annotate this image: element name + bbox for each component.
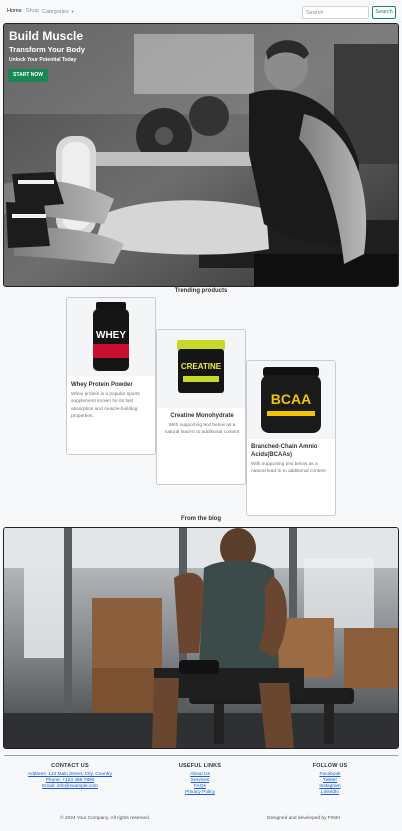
product-description: With supporting text below as a natural …	[164, 423, 240, 436]
copyright-text: © 2024 Your Company. All rights reserved…	[60, 816, 151, 821]
nav-categories-label: Categories	[42, 9, 69, 15]
nav-categories-dropdown[interactable]: Categories ▼	[42, 8, 75, 16]
bcaa-label-text: BCAA	[271, 391, 311, 407]
start-now-button[interactable]: START NOW	[8, 69, 48, 82]
linkedin-link[interactable]: LinkedIn	[275, 790, 385, 796]
useful-links-heading: USEFUL LINKS	[178, 763, 222, 769]
navbar: Home Shop Categories ▼ Search	[0, 0, 402, 22]
creatine-label-text: CREATINE	[181, 362, 222, 371]
privacy-policy-link[interactable]: Privacy Policy	[145, 790, 255, 796]
blog-heading: From the blog	[181, 516, 221, 522]
product-title: Creatine Monohydrate	[170, 413, 234, 419]
hero-subtitle: Transform Your Body	[9, 45, 85, 54]
footer-useful-links: USEFUL LINKS About Us Services FAQs Priv…	[145, 763, 255, 796]
whey-label-text: WHEY	[96, 330, 126, 341]
product-title: Whey Protein Powder	[71, 382, 133, 388]
product-card-bcaa[interactable]: BCAA Branched-Chain Amnio Acids(BCAAs) W…	[246, 360, 336, 516]
nav-home-link[interactable]: Home	[7, 8, 22, 15]
contact-email-link[interactable]: Email: info@example.com	[15, 784, 125, 790]
hero-banner: Build Muscle Transform Your Body Unlock …	[3, 23, 399, 287]
contact-heading: CONTACT US	[51, 763, 89, 769]
creatine-product-image: CREATINE	[157, 330, 245, 408]
product-card-creatine[interactable]: CREATINE Creatine Monohydrate With suppo…	[156, 329, 246, 485]
product-card-whey[interactable]: WHEY Whey Protein Powder Whey protein is…	[66, 297, 156, 455]
credits-text: Designed and developed by FINKI	[267, 816, 341, 821]
blog-gym-photo	[4, 528, 398, 748]
product-description: Whey protein is a popular sports supplem…	[71, 392, 140, 420]
product-description: With supporting text below as a natural …	[251, 462, 326, 475]
hero-title: Build Muscle	[9, 29, 84, 43]
search-input[interactable]	[302, 6, 369, 19]
hero-gym-photo	[4, 24, 398, 286]
footer-contact: CONTACT US Address: 123 Main Street, Cit…	[15, 763, 125, 790]
footer-divider	[4, 755, 398, 756]
nav-shop-link[interactable]: Shop	[26, 8, 39, 15]
chevron-down-icon: ▼	[70, 9, 75, 14]
trending-heading: Trending products	[174, 288, 228, 294]
bcaa-product-image: BCAA	[247, 361, 335, 439]
whey-product-image: WHEY	[67, 298, 155, 376]
search-button[interactable]: Search	[372, 6, 396, 19]
footer-follow-us: FOLLOW US Facebook Twitter Instagram Lin…	[275, 763, 385, 796]
blog-feature-image[interactable]	[3, 527, 399, 749]
hero-tagline: Unlock Your Potential Today	[9, 57, 77, 63]
follow-us-heading: FOLLOW US	[312, 763, 348, 769]
product-title: Branched-Chain Amnio Acids(BCAAs)	[251, 444, 318, 458]
